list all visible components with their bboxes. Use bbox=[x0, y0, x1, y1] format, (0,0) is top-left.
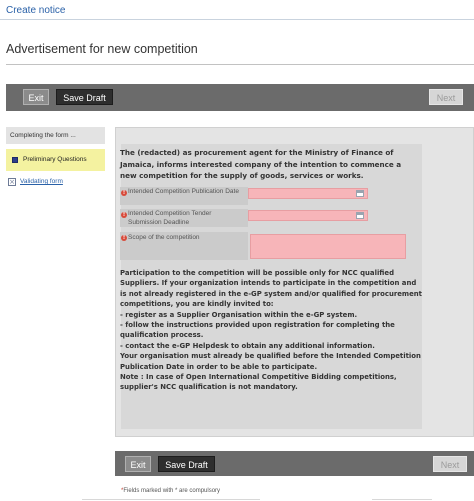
body-line: Participation to the competition will be… bbox=[120, 269, 422, 309]
bottom-toolbar: Exit Save Draft Next bbox=[115, 451, 474, 476]
required-error-icon: ! bbox=[121, 235, 127, 241]
save-draft-button[interactable]: Save Draft bbox=[158, 456, 215, 472]
top-toolbar: Exit Save Draft Next bbox=[6, 84, 474, 111]
publication-date-input[interactable] bbox=[248, 188, 368, 199]
body-line: - register as a Supplier Organisation wi… bbox=[120, 310, 358, 319]
page-title: Advertisement for new competition bbox=[6, 42, 198, 56]
close-box-icon: × bbox=[8, 178, 16, 186]
sidebar-item-label: Preliminary Questions bbox=[23, 156, 87, 163]
header-divider bbox=[0, 19, 474, 20]
footer-divider bbox=[372, 499, 432, 500]
active-step-icon bbox=[12, 157, 18, 163]
required-fields-note: *Fields marked with * are compulsory bbox=[121, 488, 220, 494]
required-fields-text: Fields marked with * are compulsory bbox=[123, 488, 221, 494]
sidebar-item-preliminary-questions[interactable]: Preliminary Questions bbox=[6, 149, 105, 171]
body-line: - contact the e-GP Helpdesk to obtain an… bbox=[120, 341, 375, 350]
sidebar-heading: Completing the form ... bbox=[6, 127, 105, 144]
next-button[interactable]: Next bbox=[433, 456, 467, 472]
scope-textarea[interactable] bbox=[250, 234, 406, 259]
title-divider bbox=[6, 64, 474, 65]
body-line: - follow the instructions provided upon … bbox=[120, 321, 395, 340]
intro-text: The (redacted) as procurement agent for … bbox=[120, 148, 402, 180]
submission-deadline-input[interactable] bbox=[248, 210, 368, 221]
body-line: Your organisation must already be qualif… bbox=[120, 352, 421, 371]
scope-label: Scope of the competition bbox=[128, 234, 200, 241]
exit-button[interactable]: Exit bbox=[23, 89, 49, 105]
submission-deadline-label: Intended Competition Tender Submission D… bbox=[128, 210, 212, 226]
next-button[interactable]: Next bbox=[429, 89, 463, 105]
calendar-icon[interactable] bbox=[356, 212, 364, 219]
footer-divider bbox=[82, 499, 260, 500]
breadcrumb[interactable]: Create notice bbox=[6, 5, 65, 16]
participation-info: Participation to the competition will be… bbox=[120, 268, 422, 393]
required-error-icon: ! bbox=[121, 212, 127, 218]
required-error-icon: ! bbox=[121, 190, 127, 196]
sidebar-item-validating-form[interactable]: Validating form bbox=[20, 178, 63, 185]
calendar-icon[interactable] bbox=[356, 190, 364, 197]
save-draft-button[interactable]: Save Draft bbox=[56, 89, 113, 105]
body-line: Note : In case of Open International Com… bbox=[120, 373, 397, 392]
publication-date-label: Intended Competition Publication Date bbox=[128, 188, 239, 195]
exit-button[interactable]: Exit bbox=[125, 456, 151, 472]
